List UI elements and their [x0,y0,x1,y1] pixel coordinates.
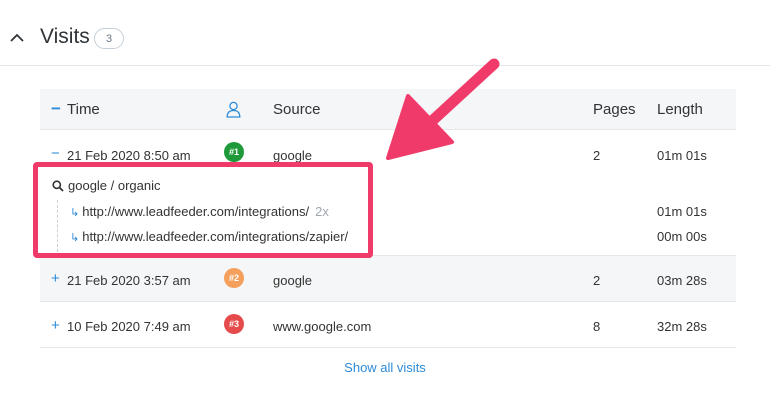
annotation-arrow-icon [386,58,500,160]
